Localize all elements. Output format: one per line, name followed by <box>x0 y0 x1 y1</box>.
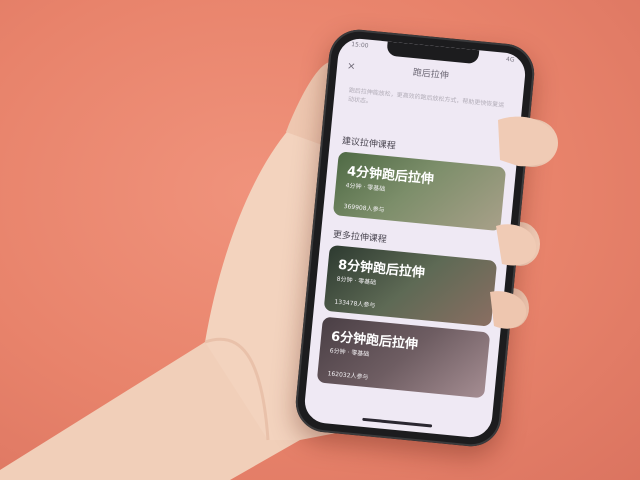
phone-notch <box>386 41 480 65</box>
page-description: 跑后拉伸能放松，更高效的跑后放松方式，帮助更快恢复运动状态。 <box>347 86 505 109</box>
course-participants: 133478人参与 <box>334 298 376 310</box>
phone-screen: 15:00 4G × 跑后拉伸 跑后拉伸能放松，更高效的跑后放松方式，帮助更快恢… <box>302 36 528 440</box>
more-heading: 更多拉伸课程 <box>332 230 388 246</box>
home-indicator <box>362 417 433 428</box>
photo-scene: 15:00 4G × 跑后拉伸 跑后拉伸能放松，更高效的跑后放松方式，帮助更快恢… <box>0 0 640 480</box>
smartphone: 15:00 4G × 跑后拉伸 跑后拉伸能放松，更高效的跑后放松方式，帮助更快恢… <box>293 27 537 449</box>
close-icon[interactable]: × <box>346 58 356 77</box>
recommended-heading: 建议拉伸课程 <box>341 136 397 152</box>
page-title: 跑后拉伸 <box>412 68 450 82</box>
status-signal: 4G <box>505 55 515 64</box>
course-card-recommended[interactable]: 4分钟跑后拉伸 4分钟 · 零基础 369908人参与 <box>332 151 507 232</box>
course-card-8min[interactable]: 8分钟跑后拉伸 8分钟 · 零基础 133478人参与 <box>323 244 498 327</box>
course-card-6min[interactable]: 6分钟跑后拉伸 6分钟 · 零基础 162032人参与 <box>316 316 491 399</box>
course-participants: 369908人参与 <box>343 203 385 214</box>
course-participants: 162032人参与 <box>327 370 369 382</box>
status-time: 15:00 <box>350 41 369 50</box>
